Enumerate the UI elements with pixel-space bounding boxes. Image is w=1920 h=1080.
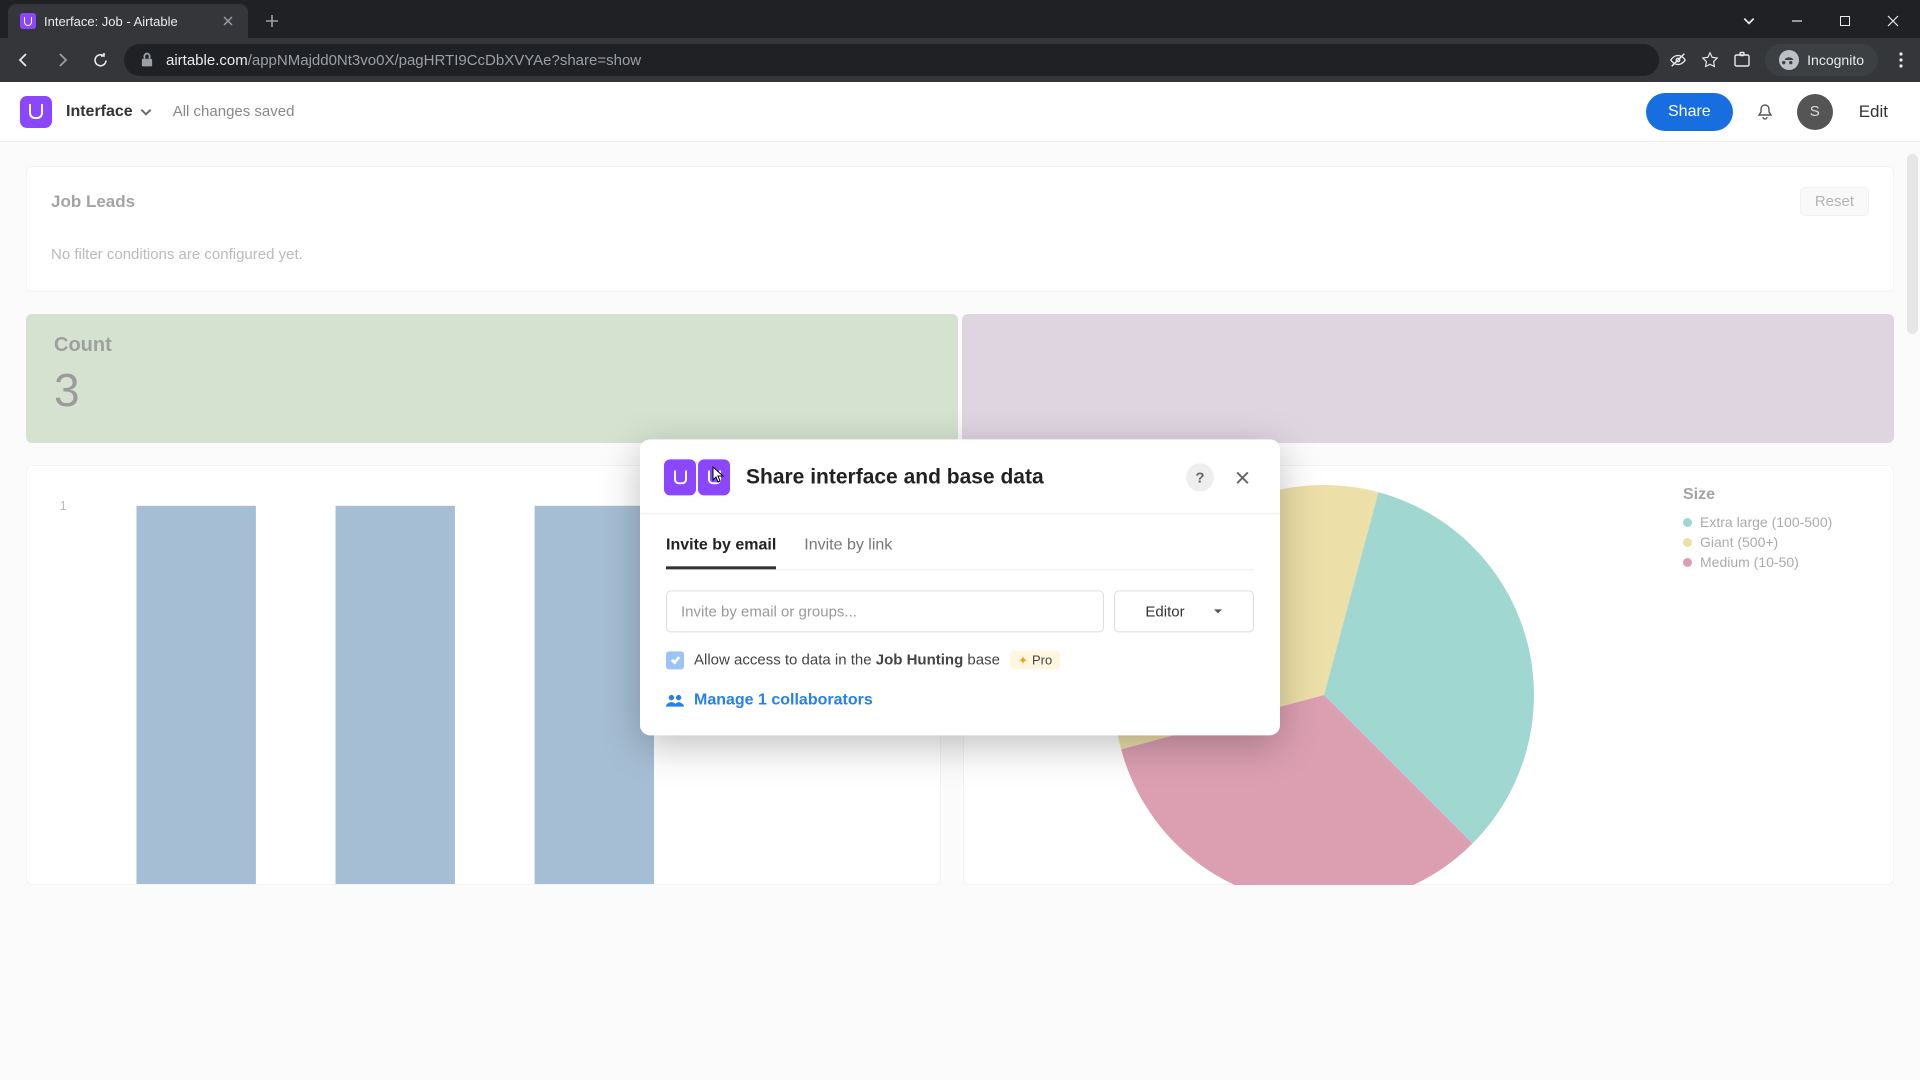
edit-button[interactable]: Edit: [1847, 96, 1900, 128]
nav-reload-icon[interactable]: [86, 46, 114, 74]
eye-off-icon[interactable]: [1669, 51, 1687, 69]
extensions-icon[interactable]: [1733, 51, 1751, 69]
avatar[interactable]: S: [1797, 94, 1833, 130]
invite-email-input[interactable]: [666, 590, 1104, 632]
page-body: Job Leads Reset No filter conditions are…: [0, 142, 1920, 1080]
close-icon[interactable]: [1228, 463, 1256, 491]
modal-tabs: Invite by email Invite by link: [640, 514, 1280, 569]
browser-tab[interactable]: Interface: Job - Airtable: [8, 4, 248, 38]
nav-back-icon[interactable]: [10, 46, 38, 74]
window-maximize-icon[interactable]: [1822, 4, 1868, 38]
lock-icon: [138, 51, 156, 69]
manage-collaborators-link[interactable]: Manage 1 collaborators: [694, 691, 873, 709]
tab-search-icon[interactable]: [1726, 4, 1772, 38]
share-modal: Share interface and base data ? Invite b…: [640, 439, 1280, 735]
app-viewport: Interface All changes saved Share S Edit…: [0, 82, 1920, 1080]
help-icon[interactable]: ?: [1186, 463, 1214, 491]
allow-access-checkbox[interactable]: [666, 651, 684, 669]
modal-base-icons: [664, 459, 732, 495]
star-icon[interactable]: [1701, 51, 1719, 69]
incognito-chip[interactable]: Incognito: [1765, 44, 1878, 76]
chevron-down-icon: [139, 105, 153, 119]
role-select[interactable]: Editor: [1114, 590, 1254, 632]
tab-close-icon[interactable]: [220, 13, 236, 29]
modal-title: Share interface and base data: [746, 465, 1172, 489]
new-tab-button[interactable]: [258, 7, 286, 35]
nav-forward-icon: [48, 46, 76, 74]
allow-access-label: Allow access to data in the Job Hunting …: [694, 651, 1000, 668]
interface-switcher-label: Interface: [66, 103, 133, 121]
tab-title: Interface: Job - Airtable: [44, 14, 178, 29]
pro-badge: ✦Pro: [1010, 650, 1060, 669]
window-minimize-icon[interactable]: [1774, 4, 1820, 38]
tab-favicon-icon: [20, 13, 36, 29]
toolbar-right: Incognito: [1669, 44, 1910, 76]
browser-chrome: Interface: Job - Airtable airtable.com/a…: [0, 0, 1920, 82]
share-button[interactable]: Share: [1646, 93, 1733, 131]
save-status: All changes saved: [173, 103, 295, 120]
window-close-icon[interactable]: [1870, 4, 1916, 38]
url-text: airtable.com/appNMajdd0Nt3vo0X/pagHRTI9C…: [166, 52, 641, 69]
sparkle-icon: ✦: [1018, 653, 1028, 667]
app-header: Interface All changes saved Share S Edit: [0, 82, 1920, 142]
incognito-label: Incognito: [1807, 52, 1864, 68]
kebab-menu-icon[interactable]: [1892, 51, 1910, 69]
notifications-icon[interactable]: [1747, 94, 1783, 130]
tab-strip: Interface: Job - Airtable: [0, 0, 1920, 38]
window-controls: [1726, 4, 1920, 38]
url-bar[interactable]: airtable.com/appNMajdd0Nt3vo0X/pagHRTI9C…: [124, 44, 1659, 76]
incognito-icon: [1779, 50, 1799, 70]
interface-switcher[interactable]: Interface: [66, 103, 153, 121]
people-icon: [666, 693, 684, 707]
base-icon[interactable]: [20, 96, 52, 128]
role-select-label: Editor: [1145, 603, 1184, 620]
tab-invite-email[interactable]: Invite by email: [666, 528, 776, 569]
caret-down-icon: [1213, 606, 1223, 616]
tab-invite-link[interactable]: Invite by link: [804, 528, 892, 569]
browser-toolbar: airtable.com/appNMajdd0Nt3vo0X/pagHRTI9C…: [0, 38, 1920, 82]
